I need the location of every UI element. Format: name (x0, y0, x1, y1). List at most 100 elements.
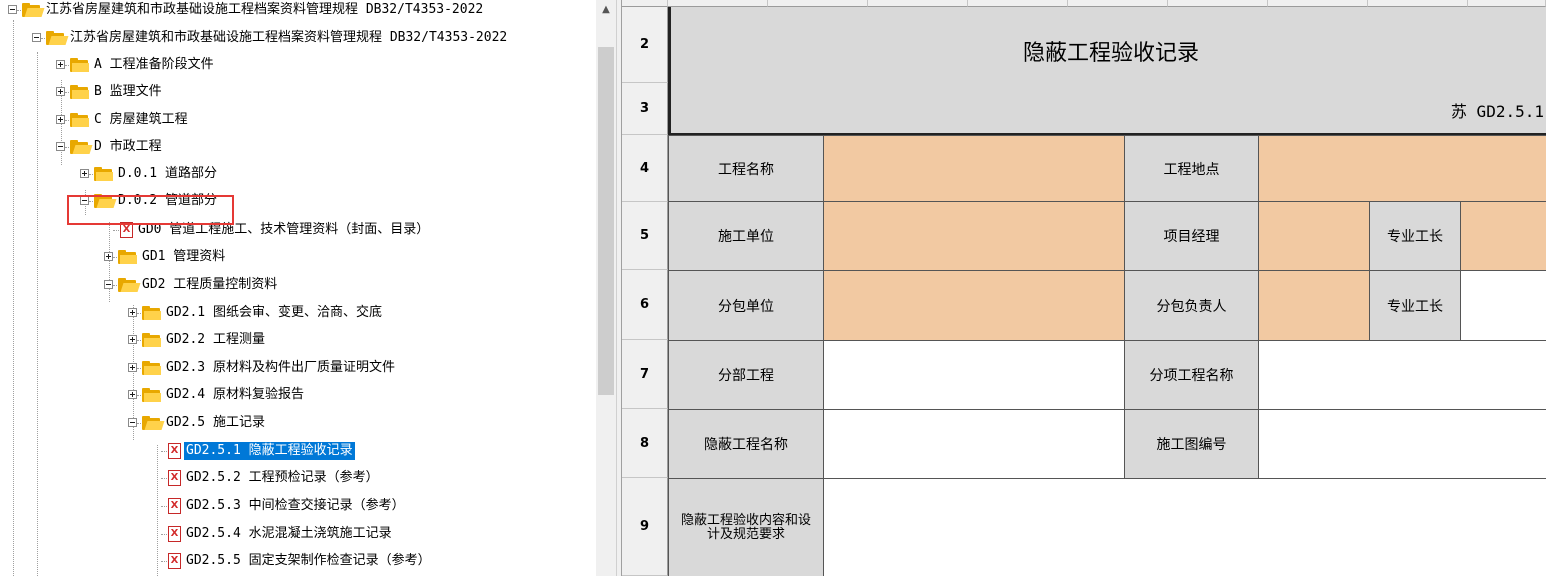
tree-node[interactable]: X GD2.5.3 中间检查交接记录（参考） (0, 496, 590, 516)
file-tree[interactable]: 江苏省房屋建筑和市政基础设施工程档案资料管理规程 DB32/T4353-2022… (0, 0, 596, 576)
row-header[interactable]: 8 (622, 409, 668, 478)
tree-node-label[interactable]: GD2.3 原材料及构件出厂质量证明文件 (164, 359, 397, 377)
spreadsheet[interactable]: 2 3 4 5 6 7 8 9 隐蔽工程验收记录 苏 GD2.5.1 工程名称 … (622, 0, 1546, 576)
input-foreman[interactable] (1460, 201, 1546, 271)
expand-toggle-icon[interactable] (80, 169, 89, 178)
row-header[interactable]: 3 (622, 83, 668, 135)
tree-node-label[interactable]: D.0.1 道路部分 (116, 165, 219, 183)
column-header[interactable] (1468, 0, 1546, 7)
label-foreman-2[interactable]: 专业工长 (1369, 270, 1461, 341)
tree-node-label[interactable]: GD2.5.5 固定支架制作检查记录（参考） (184, 552, 433, 570)
label-drawing-no[interactable]: 施工图编号 (1124, 409, 1259, 479)
tree-node[interactable]: D.0.1 道路部分 (0, 164, 590, 184)
label-subitem-name[interactable]: 分项工程名称 (1124, 340, 1259, 410)
column-header[interactable] (768, 0, 868, 7)
column-header[interactable] (1068, 0, 1168, 7)
tree-node[interactable]: B 监理文件 (0, 82, 590, 102)
tree-node-label[interactable]: GD2.5.3 中间检查交接记录（参考） (184, 497, 407, 515)
collapse-toggle-icon[interactable] (104, 280, 113, 289)
column-header[interactable] (968, 0, 1068, 7)
row-header[interactable]: 4 (622, 135, 668, 202)
label-foreman[interactable]: 专业工长 (1369, 201, 1461, 271)
expand-toggle-icon[interactable] (104, 252, 113, 261)
expand-toggle-icon[interactable] (128, 363, 137, 372)
collapse-toggle-icon[interactable] (56, 142, 65, 151)
tree-node[interactable]: GD2 工程质量控制资料 (0, 275, 590, 295)
label-subcontract-unit[interactable]: 分包单位 (668, 270, 824, 341)
input-hidden-work-name[interactable] (823, 409, 1125, 479)
tree-node[interactable]: 江苏省房屋建筑和市政基础设施工程档案资料管理规程 DB32/T4353-2022 (0, 0, 590, 20)
tree-node[interactable]: A 工程准备阶段文件 (0, 55, 590, 75)
tree-node-label[interactable]: B 监理文件 (92, 83, 164, 101)
label-project-name[interactable]: 工程名称 (668, 135, 824, 202)
expand-toggle-icon[interactable] (56, 87, 65, 96)
input-project-name[interactable] (823, 135, 1125, 202)
column-header[interactable] (1168, 0, 1268, 7)
input-division[interactable] (823, 340, 1125, 410)
label-subcontract-lead[interactable]: 分包负责人 (1124, 270, 1259, 341)
expand-toggle-icon[interactable] (56, 60, 65, 69)
input-project-location[interactable] (1258, 135, 1546, 202)
tree-node[interactable]: 江苏省房屋建筑和市政基础设施工程档案资料管理规程 DB32/T4353-2022 (0, 28, 590, 48)
label-inspection-content[interactable]: 隐蔽工程验收内容和设计及规范要求 (668, 478, 824, 576)
tree-node-label[interactable]: GD2.5.2 工程预检记录（参考） (184, 469, 381, 487)
input-drawing-no[interactable] (1258, 409, 1546, 479)
label-project-manager[interactable]: 项目经理 (1124, 201, 1259, 271)
tree-node[interactable]: GD2.3 原材料及构件出厂质量证明文件 (0, 358, 590, 378)
input-subitem-name[interactable] (1258, 340, 1546, 410)
tree-node[interactable]: GD2.5 施工记录 (0, 413, 590, 433)
label-construction-unit[interactable]: 施工单位 (668, 201, 824, 271)
collapse-toggle-icon[interactable] (8, 5, 17, 14)
tree-node[interactable]: X GD2.5.1 隐蔽工程验收记录 (0, 441, 590, 461)
label-hidden-work-name[interactable]: 隐蔽工程名称 (668, 409, 824, 479)
tree-node-label[interactable]: GD2.2 工程测量 (164, 331, 267, 349)
row-header[interactable]: 5 (622, 202, 668, 270)
input-inspection-content[interactable] (823, 478, 1546, 576)
expand-toggle-icon[interactable] (56, 115, 65, 124)
tree-scrollbar[interactable]: ▲ (596, 0, 616, 576)
tree-node[interactable]: X GD2.5.2 工程预检记录（参考） (0, 468, 590, 488)
tree-node[interactable]: GD2.4 原材料复验报告 (0, 385, 590, 405)
tree-node[interactable]: GD1 管理资料 (0, 247, 590, 267)
row-header[interactable]: 7 (622, 340, 668, 409)
expand-toggle-icon[interactable] (128, 308, 137, 317)
scroll-thumb[interactable] (598, 47, 614, 395)
label-project-location[interactable]: 工程地点 (1124, 135, 1259, 202)
tree-node-label[interactable]: GD2.1 图纸会审、变更、洽商、交底 (164, 304, 384, 322)
tree-node[interactable]: C 房屋建筑工程 (0, 110, 590, 130)
tree-node-label[interactable]: 江苏省房屋建筑和市政基础设施工程档案资料管理规程 DB32/T4353-2022 (68, 29, 509, 47)
collapse-toggle-icon[interactable] (32, 33, 41, 42)
expand-toggle-icon[interactable] (128, 390, 137, 399)
tree-node-label[interactable]: GD2.4 原材料复验报告 (164, 386, 306, 404)
column-header[interactable] (668, 0, 768, 7)
tree-node-label[interactable]: GD2.5 施工记录 (164, 414, 267, 432)
tree-node-label[interactable]: C 房屋建筑工程 (92, 111, 190, 129)
tree-node-label[interactable]: 江苏省房屋建筑和市政基础设施工程档案资料管理规程 DB32/T4353-2022 (44, 1, 485, 19)
input-subcontract-unit[interactable] (823, 270, 1125, 341)
row-header[interactable]: 2 (622, 7, 668, 83)
row-header[interactable]: 9 (622, 478, 668, 576)
tree-node[interactable]: GD2.2 工程测量 (0, 330, 590, 350)
tree-node-label[interactable]: D 市政工程 (92, 138, 164, 156)
collapse-toggle-icon[interactable] (128, 418, 137, 427)
input-construction-unit[interactable] (823, 201, 1125, 271)
tree-node-label[interactable]: A 工程准备阶段文件 (92, 56, 216, 74)
column-header[interactable] (1268, 0, 1368, 7)
tree-node[interactable]: X GD2.5.5 固定支架制作检查记录（参考） (0, 551, 590, 571)
input-project-manager[interactable] (1258, 201, 1370, 271)
label-division[interactable]: 分部工程 (668, 340, 824, 410)
sheet-corner[interactable] (622, 0, 668, 7)
tree-node-label[interactable]: GD2 工程质量控制资料 (140, 276, 279, 294)
tree-node-label[interactable]: GD1 管理资料 (140, 248, 227, 266)
input-subcontract-lead[interactable] (1258, 270, 1370, 341)
row-header[interactable]: 6 (622, 270, 668, 340)
tree-node[interactable]: GD2.1 图纸会审、变更、洽商、交底 (0, 303, 590, 323)
tree-node[interactable]: X GD2.5.4 水泥混凝土浇筑施工记录 (0, 524, 590, 544)
input-foreman-2[interactable] (1460, 270, 1546, 341)
expand-toggle-icon[interactable] (128, 335, 137, 344)
tree-node-label-selected[interactable]: GD2.5.1 隐蔽工程验收记录 (183, 441, 356, 461)
column-header[interactable] (868, 0, 968, 7)
column-header[interactable] (1368, 0, 1468, 7)
tree-node-label[interactable]: GD2.5.4 水泥混凝土浇筑施工记录 (184, 525, 394, 543)
tree-node[interactable]: D 市政工程 (0, 137, 590, 157)
